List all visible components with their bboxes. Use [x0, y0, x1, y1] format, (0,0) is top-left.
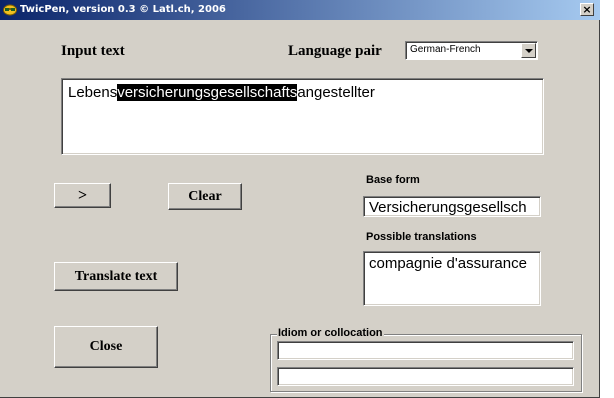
input-text-label: Input text: [61, 43, 125, 59]
possible-translations-list[interactable]: compagnie d'assurance: [363, 251, 541, 306]
idiom-field-2[interactable]: [277, 367, 574, 386]
close-button[interactable]: Close: [54, 326, 158, 368]
idiom-label: Idiom or collocation: [277, 327, 384, 339]
title-bar[interactable]: TwicPen, version 0.3 © Latl.ch, 2006 ×: [0, 0, 600, 20]
input-text-area[interactable]: Lebensversicherungsgesellschaftsangestel…: [61, 78, 544, 155]
input-text-selection: versicherungsgesellschafts: [117, 84, 298, 101]
close-window-button[interactable]: ×: [580, 3, 594, 16]
chevron-down-icon: [525, 49, 533, 53]
app-icon: [3, 4, 17, 16]
idiom-field-1[interactable]: [277, 341, 574, 360]
input-text-before: Lebens: [68, 84, 118, 101]
twicpen-window: TwicPen, version 0.3 © Latl.ch, 2006 × I…: [0, 0, 600, 398]
base-form-label: Base form: [366, 174, 420, 186]
window-title: TwicPen, version 0.3 © Latl.ch, 2006: [20, 4, 226, 15]
translate-text-button[interactable]: Translate text: [54, 262, 178, 291]
base-form-value: Versicherungsgesellsch: [369, 199, 527, 216]
language-pair-select[interactable]: German-French: [405, 41, 538, 60]
language-pair-label: Language pair: [288, 43, 382, 59]
dropdown-button[interactable]: [521, 43, 536, 58]
input-text-after: angestellter: [297, 84, 375, 101]
clear-button[interactable]: Clear: [168, 183, 242, 210]
language-pair-value: German-French: [410, 44, 481, 55]
lookup-arrow-button[interactable]: >: [54, 183, 111, 208]
possible-translations-label: Possible translations: [366, 231, 477, 243]
base-form-field[interactable]: Versicherungsgesellsch: [363, 196, 541, 217]
translation-item: compagnie d'assurance: [369, 255, 527, 272]
input-text-content: Lebensversicherungsgesellschaftsangestel…: [68, 84, 375, 101]
